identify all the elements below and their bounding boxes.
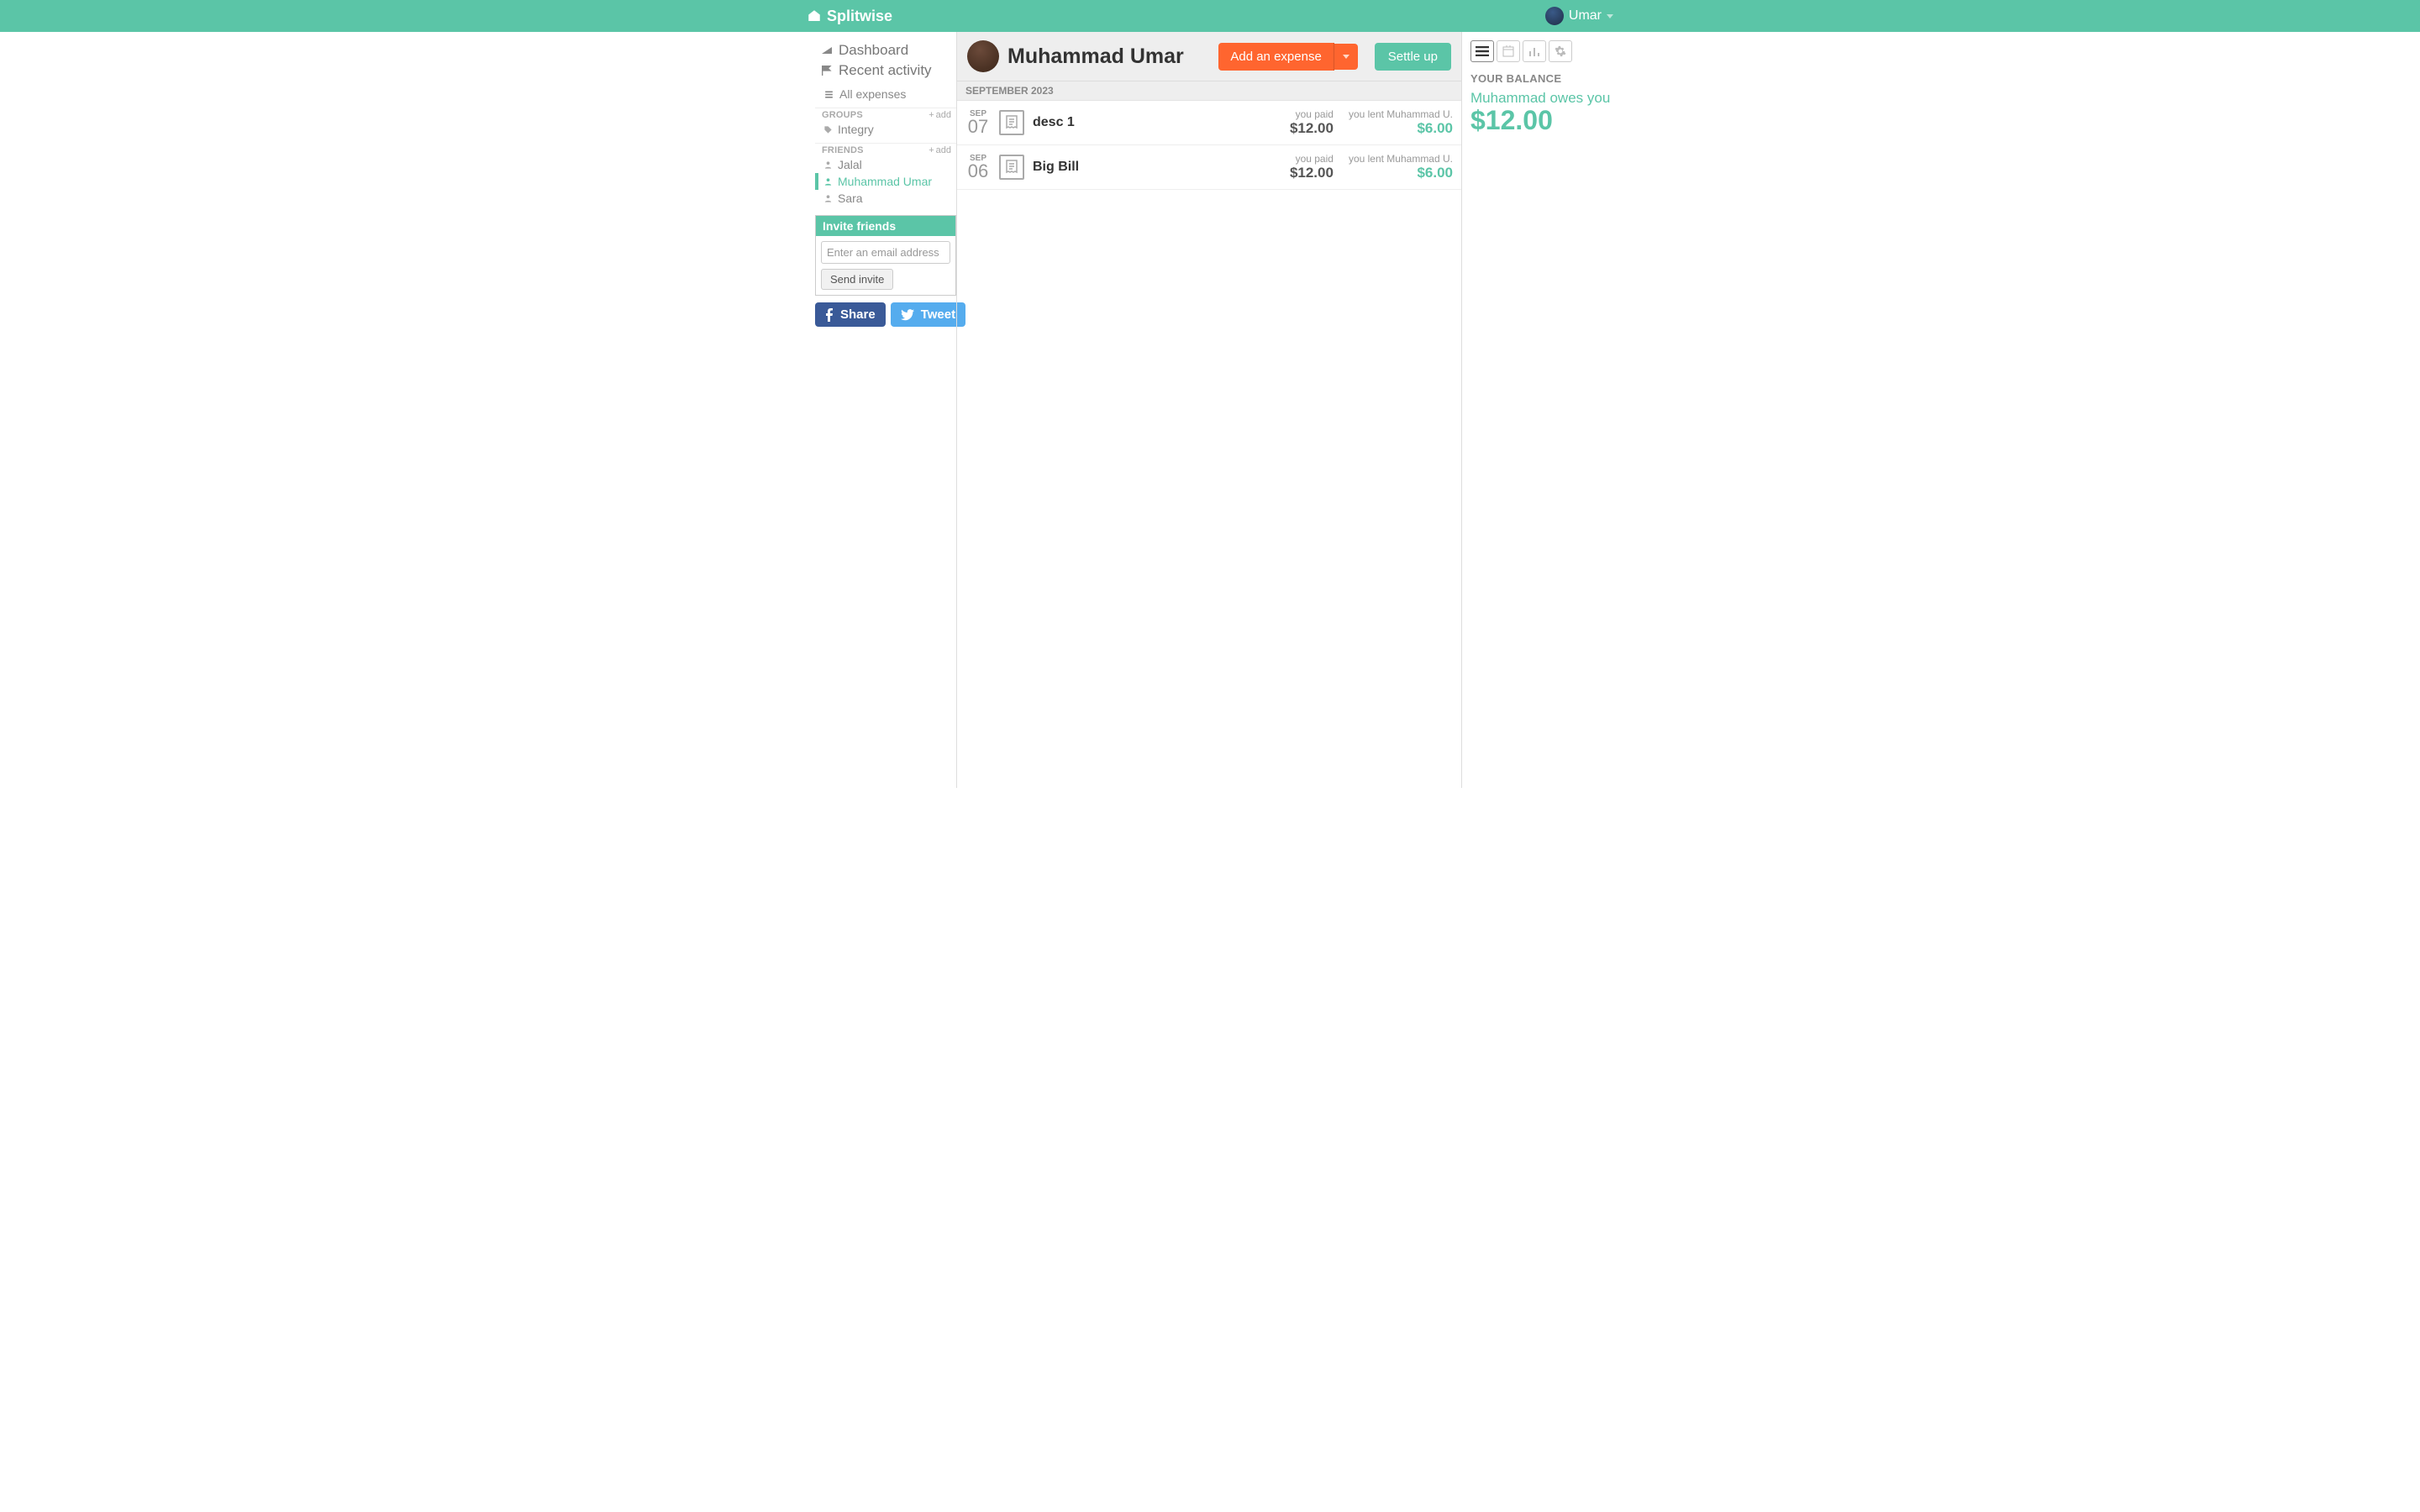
- main-header: Muhammad Umar Add an expense Settle up: [957, 32, 1461, 81]
- sidebar-groups-header: GROUPS + add: [815, 108, 956, 121]
- sidebar-friends-header: FRIENDS + add: [815, 143, 956, 156]
- groups-label: GROUPS: [822, 110, 863, 120]
- chevron-down-icon: [1607, 14, 1613, 18]
- month-header: SEPTEMBER 2023: [957, 81, 1461, 101]
- calendar-icon: [1502, 45, 1514, 57]
- receipt-icon: [999, 110, 1024, 135]
- list-lines-icon: [1476, 46, 1489, 56]
- settings-button[interactable]: [1549, 40, 1572, 62]
- sidebar-all-expenses-label: All expenses: [839, 87, 906, 101]
- list-view-button[interactable]: [1470, 40, 1494, 62]
- twitter-tweet-button[interactable]: Tweet: [891, 302, 965, 327]
- user-avatar-icon: [1545, 7, 1564, 25]
- invite-email-input[interactable]: [821, 241, 950, 264]
- friends-label: FRIENDS: [822, 145, 864, 155]
- receipt-icon: [999, 155, 1024, 180]
- right-panel: YOUR BALANCE Muhammad owes you $12.00: [1462, 32, 1613, 788]
- calendar-view-button[interactable]: [1497, 40, 1520, 62]
- sidebar-recent[interactable]: Recent activity: [815, 60, 956, 81]
- chart-view-button[interactable]: [1523, 40, 1546, 62]
- sidebar: Dashboard Recent activity All expenses G…: [807, 32, 956, 788]
- tweet-label: Tweet: [921, 307, 955, 322]
- brand[interactable]: Splitwise: [807, 8, 892, 25]
- balance-amount: $12.00: [1470, 107, 1613, 134]
- add-expense-button[interactable]: Add an expense: [1218, 43, 1334, 71]
- add-group-button[interactable]: + add: [929, 110, 951, 120]
- expense-description: Big Bill: [1033, 160, 1275, 175]
- person-icon: [823, 160, 833, 170]
- plus-icon: +: [929, 145, 934, 155]
- splitwise-logo-icon: [807, 8, 822, 24]
- twitter-icon: [901, 309, 914, 321]
- expense-lent-column: you lent Muhammad U. $6.00: [1342, 153, 1453, 181]
- chart-icon: [1528, 46, 1540, 56]
- sidebar-friend-label: Sara: [838, 192, 863, 205]
- expense-paid-column: you paid $12.00: [1283, 108, 1334, 137]
- dashboard-icon: [820, 44, 834, 57]
- plus-icon: +: [929, 110, 934, 120]
- brand-name: Splitwise: [827, 8, 892, 25]
- user-name: Umar: [1569, 8, 1602, 24]
- page-title: Muhammad Umar: [1007, 45, 1210, 69]
- expense-date: SEP 06: [965, 154, 991, 180]
- facebook-icon: [825, 308, 834, 322]
- friend-avatar-icon: [967, 40, 999, 72]
- sidebar-group-item[interactable]: Integry: [815, 121, 956, 138]
- expense-row[interactable]: SEP 07 desc 1 you paid $12.00 you lent M…: [957, 101, 1461, 145]
- sidebar-dashboard[interactable]: Dashboard: [815, 40, 956, 60]
- balance-heading: YOUR BALANCE: [1470, 72, 1613, 85]
- expense-row[interactable]: SEP 06 Big Bill you paid $12.00 you lent…: [957, 145, 1461, 190]
- add-expense-dropdown[interactable]: [1334, 44, 1358, 70]
- balance-text: Muhammad owes you: [1470, 90, 1613, 107]
- view-toggle: [1470, 40, 1613, 62]
- sidebar-group-label: Integry: [838, 123, 874, 136]
- user-menu[interactable]: Umar: [1545, 7, 1613, 25]
- expense-lent-column: you lent Muhammad U. $6.00: [1342, 108, 1453, 137]
- list-icon: [823, 89, 834, 100]
- tag-icon: [823, 125, 833, 134]
- facebook-share-button[interactable]: Share: [815, 302, 886, 327]
- expense-date: SEP 07: [965, 109, 991, 135]
- invite-title: Invite friends: [816, 216, 955, 236]
- sidebar-recent-label: Recent activity: [839, 62, 932, 79]
- sidebar-friend-label: Muhammad Umar: [838, 175, 932, 188]
- person-icon: [823, 177, 833, 186]
- sidebar-friend-item-active[interactable]: Muhammad Umar: [815, 173, 956, 190]
- expense-paid-column: you paid $12.00: [1283, 153, 1334, 181]
- sidebar-friend-item[interactable]: Jalal: [815, 156, 956, 173]
- add-friend-button[interactable]: + add: [929, 145, 951, 155]
- invite-friends-box: Invite friends Send invite: [815, 215, 956, 296]
- chevron-down-icon: [1343, 55, 1349, 59]
- topbar: Splitwise Umar: [0, 0, 2420, 32]
- sidebar-all-expenses[interactable]: All expenses: [815, 86, 956, 102]
- sidebar-friend-label: Jalal: [838, 158, 862, 171]
- flag-icon: [820, 64, 834, 77]
- sidebar-friend-item[interactable]: Sara: [815, 190, 956, 207]
- send-invite-button[interactable]: Send invite: [821, 269, 893, 290]
- person-icon: [823, 194, 833, 203]
- gear-icon: [1555, 45, 1566, 57]
- share-label: Share: [840, 307, 876, 322]
- main-panel: Muhammad Umar Add an expense Settle up S…: [956, 32, 1462, 788]
- sidebar-dashboard-label: Dashboard: [839, 42, 908, 59]
- expense-description: desc 1: [1033, 115, 1275, 130]
- settle-up-button[interactable]: Settle up: [1375, 43, 1451, 71]
